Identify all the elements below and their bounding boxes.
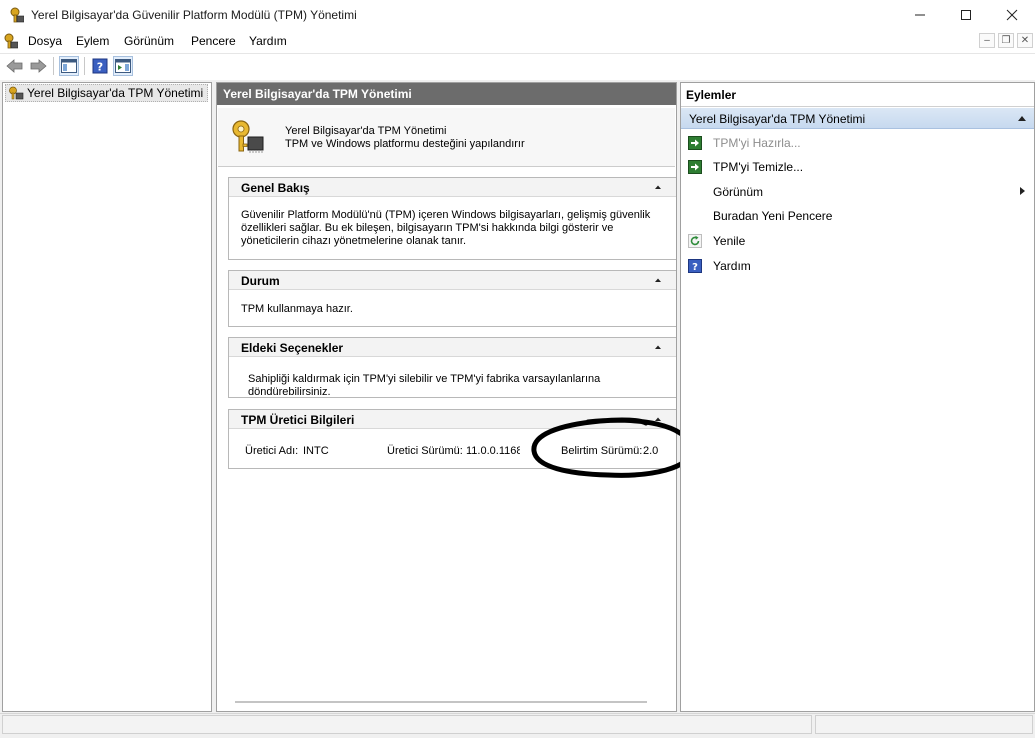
system-menu-icon[interactable]: [4, 33, 18, 49]
tpm-key-chip-icon: [232, 120, 264, 153]
close-icon: [1006, 9, 1018, 21]
maximize-button[interactable]: [943, 0, 989, 30]
collapse-group-icon[interactable]: [1017, 115, 1027, 122]
minimize-button[interactable]: [897, 0, 943, 30]
mdi-close-button[interactable]: ✕: [1017, 33, 1033, 48]
actions-pane-title: Eylemler: [686, 88, 737, 102]
show-hide-tree-button[interactable]: [59, 56, 79, 76]
manufacturer-name-value: INTC: [303, 445, 329, 457]
annotation-circle-mark: [531, 417, 694, 478]
section-options-title: Eldeki Seçenekler: [241, 341, 344, 355]
show-hide-action-pane-button[interactable]: [113, 56, 133, 76]
tpm-icon: [9, 86, 24, 100]
toolbar-separator: [53, 57, 54, 75]
collapse-icon[interactable]: [654, 184, 662, 190]
snapin-description: TPM ve Windows platformu desteğini yapıl…: [285, 138, 525, 150]
mdi-close-icon: ✕: [1020, 35, 1030, 46]
window-title: Yerel Bilgisayar'da Güvenilir Platform M…: [31, 8, 357, 22]
collapse-icon[interactable]: [654, 277, 662, 283]
action-prepare-tpm[interactable]: TPM'yi Hazırla...: [713, 136, 801, 150]
actions-group-label: Yerel Bilgisayar'da TPM Yönetimi: [689, 112, 866, 126]
help-icon: ?: [688, 259, 702, 273]
section-options-text: Sahipliği kaldırmak için TPM'yi silebili…: [248, 373, 601, 398]
manufacturer-name-label: Üretici Adı:: [245, 445, 299, 457]
console-tree-icon: [61, 59, 77, 73]
section-overview-text: Güvenilir Platform Modülü'nü (TPM) içere…: [241, 209, 651, 247]
close-button[interactable]: [989, 0, 1035, 30]
mdi-minimize-icon: –: [984, 35, 990, 46]
back-button[interactable]: [5, 56, 25, 76]
action-help[interactable]: Yardım: [713, 259, 751, 273]
section-overview-title: Genel Bakış: [241, 181, 310, 195]
menu-view[interactable]: Görünüm: [124, 34, 174, 48]
mdi-restore-button[interactable]: ❐: [998, 33, 1014, 48]
svg-text:?: ?: [97, 61, 103, 74]
refresh-icon: [688, 234, 702, 248]
action-clear-tpm[interactable]: TPM'yi Temizle...: [713, 160, 803, 174]
submenu-arrow-icon: [1020, 187, 1025, 195]
status-bar-cell: [815, 715, 1033, 734]
tree-item-label: Yerel Bilgisayar'da TPM Yönetimi: [27, 86, 204, 100]
green-arrow-icon: [688, 136, 702, 150]
action-view[interactable]: Görünüm: [713, 185, 763, 199]
console-tree-pane[interactable]: [2, 82, 212, 712]
results-pane-title: Yerel Bilgisayar'da TPM Yönetimi: [223, 87, 412, 101]
status-bar-cell: [2, 715, 812, 734]
menu-file[interactable]: Dosya: [28, 34, 62, 48]
mdi-restore-icon: ❐: [1001, 35, 1011, 46]
tpm-status-text: TPM kullanmaya hazır.: [241, 303, 353, 315]
action-new-window[interactable]: Buradan Yeni Pencere: [713, 209, 832, 223]
tree-item-tpm-management[interactable]: Yerel Bilgisayar'da TPM Yönetimi: [5, 84, 209, 102]
results-pane-header: Yerel Bilgisayar'da TPM Yönetimi: [217, 83, 676, 105]
toolbar-separator: [84, 57, 85, 75]
forward-arrow-icon: [30, 59, 47, 73]
menu-help[interactable]: Yardım: [249, 34, 287, 48]
minimize-icon: [915, 14, 925, 16]
manufacturer-version-label: Üretici Sürümü:: [387, 445, 463, 457]
toolbar: [0, 53, 1035, 81]
horizontal-scrollbar[interactable]: [235, 701, 647, 703]
collapse-icon[interactable]: [654, 344, 662, 350]
section-status-title: Durum: [241, 274, 280, 288]
menu-window[interactable]: Pencere: [191, 34, 236, 48]
maximize-icon: [961, 10, 971, 20]
svg-text:?: ?: [692, 262, 698, 273]
help-icon: ?: [92, 58, 108, 74]
mdi-minimize-button[interactable]: –: [979, 33, 995, 48]
back-arrow-icon: [6, 59, 23, 73]
action-pane-icon: [115, 59, 131, 73]
actions-separator: [681, 106, 1034, 107]
section-status-header[interactable]: [229, 271, 676, 290]
green-arrow-icon: [688, 160, 702, 174]
app-key-icon[interactable]: [10, 7, 24, 23]
section-manufacturer-title: TPM Üretici Bilgileri: [241, 413, 355, 427]
snapin-title: Yerel Bilgisayar'da TPM Yönetimi: [285, 125, 447, 137]
forward-button[interactable]: [28, 56, 48, 76]
help-toolbar-button[interactable]: ?: [90, 56, 110, 76]
action-refresh[interactable]: Yenile: [713, 234, 745, 248]
manufacturer-version-value: 11.0.0.1168: [466, 445, 520, 457]
menu-action[interactable]: Eylem: [76, 34, 109, 48]
actions-pane: [680, 82, 1035, 712]
